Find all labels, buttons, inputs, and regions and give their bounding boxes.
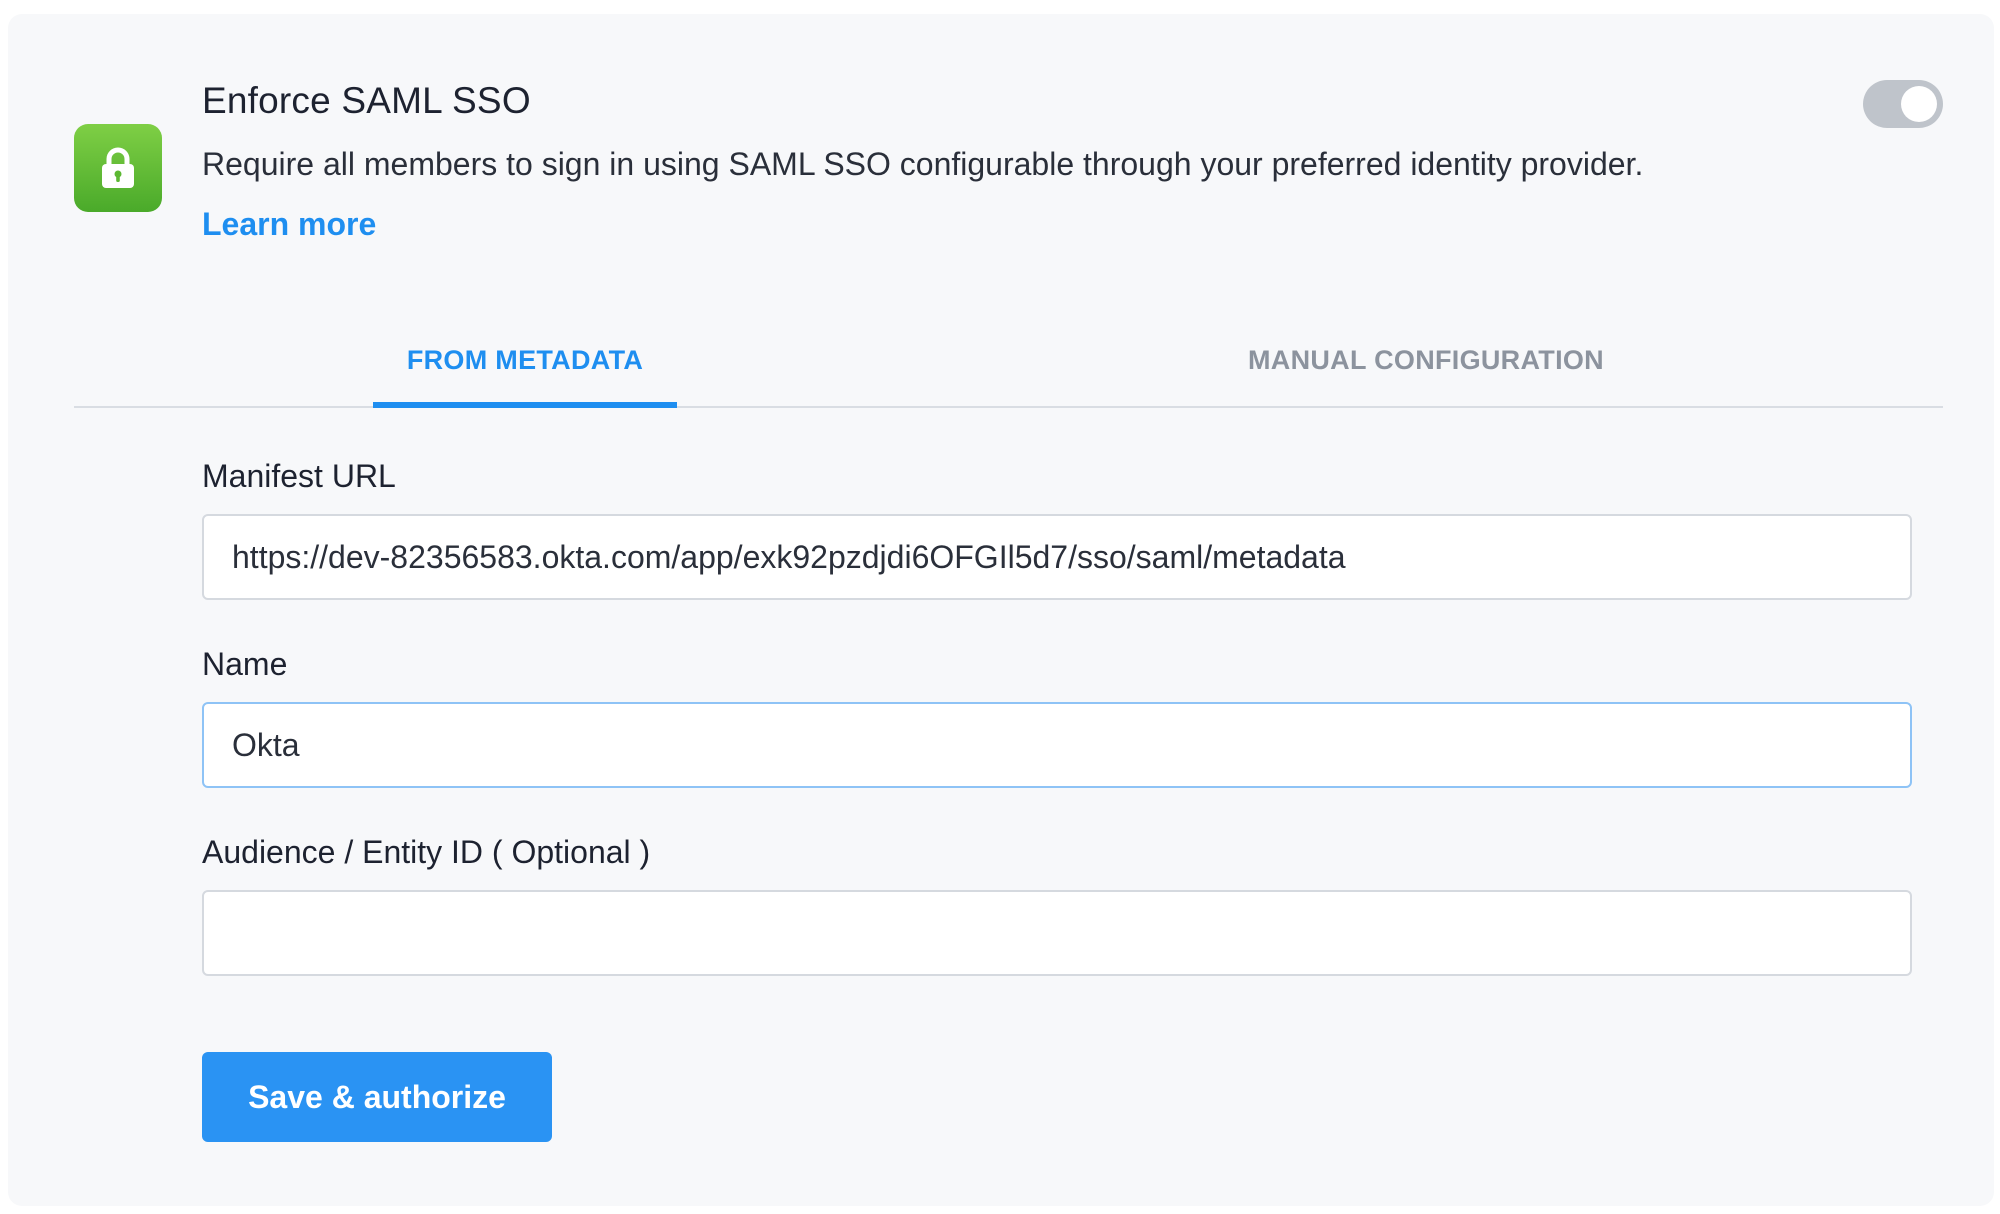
page-title: Enforce SAML SSO — [202, 80, 531, 121]
saml-app-icon — [74, 124, 162, 212]
audience-entity-id-label: Audience / Entity ID ( Optional ) — [202, 834, 651, 870]
tab-manual-configuration[interactable]: MANUAL CONFIGURATION — [1206, 314, 1646, 406]
toggle-knob — [1901, 86, 1937, 122]
learn-more-link[interactable]: Learn more — [202, 206, 376, 243]
config-tabs: FROM METADATA MANUAL CONFIGURATION — [74, 314, 1943, 408]
name-label: Name — [202, 646, 288, 682]
manifest-url-input[interactable] — [202, 514, 1912, 600]
manifest-url-label: Manifest URL — [202, 458, 396, 494]
name-input[interactable] — [202, 702, 1912, 788]
tab-from-metadata[interactable]: FROM METADATA — [373, 314, 677, 408]
description-text: Require all members to sign in using SAM… — [202, 146, 1644, 182]
audience-entity-id-input[interactable] — [202, 890, 1912, 976]
lock-icon — [102, 147, 134, 188]
save-authorize-button[interactable]: Save & authorize — [202, 1052, 552, 1142]
enforce-sso-toggle[interactable] — [1863, 80, 1943, 128]
saml-settings-card: Enforce SAML SSO Require all members to … — [8, 14, 1994, 1206]
